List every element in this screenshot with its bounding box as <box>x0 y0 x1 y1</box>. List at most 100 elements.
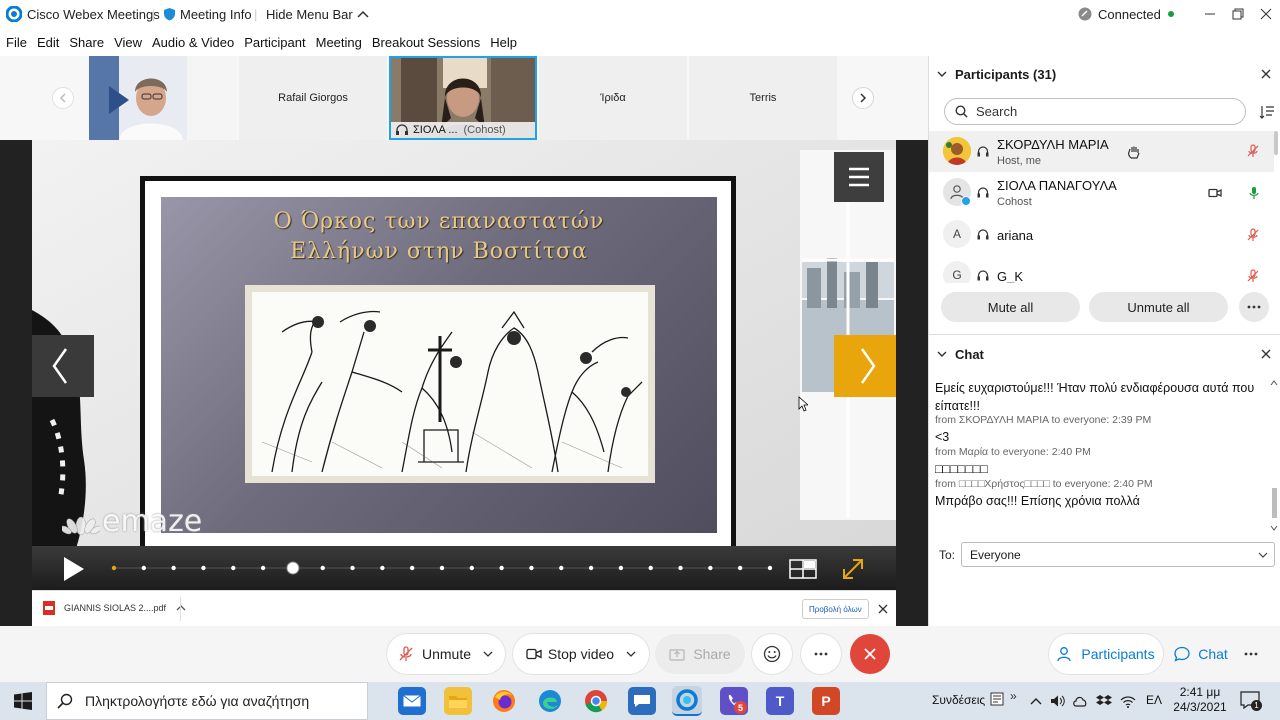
progress-step-dot[interactable] <box>737 565 743 571</box>
file-explorer-icon[interactable] <box>444 687 472 715</box>
participants-scrollbar[interactable] <box>1274 131 1278 155</box>
close-window-button[interactable] <box>1260 0 1272 28</box>
progress-step-dot[interactable] <box>171 565 176 571</box>
menu-audio-video[interactable]: Audio & Video <box>152 35 234 50</box>
mute-all-button[interactable]: Mute all <box>941 292 1080 322</box>
chat-recipient-select[interactable]: Everyone <box>961 542 1275 567</box>
chevron-up-icon[interactable] <box>1030 697 1042 705</box>
muted-mic-icon[interactable] <box>1247 144 1259 158</box>
meeting-info-button[interactable]: Meeting Info <box>163 0 252 28</box>
progress-step-dot[interactable] <box>588 565 594 571</box>
panel-more-button[interactable] <box>1236 634 1266 674</box>
close-icon[interactable] <box>878 604 888 614</box>
powerpoint-icon[interactable]: P <box>812 687 840 715</box>
progress-step-dot[interactable] <box>648 565 653 571</box>
video-tile-terris[interactable]: Terris <box>689 56 837 140</box>
microphone-active-icon[interactable] <box>1249 186 1259 200</box>
progress-step-dot[interactable] <box>111 565 117 571</box>
unmute-all-button[interactable]: Unmute all <box>1089 292 1228 322</box>
participants-toggle-button[interactable]: Participants <box>1049 634 1163 674</box>
messaging-app-icon[interactable] <box>628 687 656 715</box>
edge-icon[interactable] <box>536 687 564 715</box>
muted-mic-icon[interactable] <box>1247 228 1259 242</box>
wifi-icon[interactable] <box>1120 696 1136 708</box>
video-tile-irida[interactable]: Ίριδα <box>539 56 687 140</box>
raise-hand-icon[interactable] <box>1127 145 1141 159</box>
video-tile-rafail[interactable]: Rafail Giorgos <box>239 56 387 140</box>
progress-step-dot[interactable] <box>320 565 325 571</box>
mail-app-icon[interactable] <box>398 687 426 715</box>
slide-prev-button[interactable] <box>32 335 94 397</box>
chat-panel-header[interactable]: Chat <box>929 336 1280 372</box>
progress-current-step[interactable] <box>286 561 300 575</box>
notifications-button[interactable]: 1 <box>1240 691 1262 711</box>
participant-row[interactable]: A ariana <box>929 214 1274 255</box>
share-button[interactable]: Share <box>655 634 745 674</box>
progress-step-dot[interactable] <box>141 565 147 571</box>
progress-step-dot[interactable] <box>469 565 475 571</box>
chat-toggle-button[interactable]: Chat <box>1168 634 1234 674</box>
progress-step-dot[interactable] <box>231 565 236 571</box>
progress-step-dot[interactable] <box>409 565 415 571</box>
close-icon[interactable] <box>1261 69 1271 79</box>
menu-file[interactable]: File <box>6 35 27 50</box>
menu-edit[interactable]: Edit <box>37 35 59 50</box>
progress-step-dot[interactable] <box>678 565 683 571</box>
progress-step-dot[interactable] <box>767 565 773 571</box>
input-language-indicator[interactable]: ΕΛ <box>1146 693 1162 707</box>
video-tile-active-speaker[interactable]: ΣΙΟΛΑ ... (Cohost) <box>389 56 537 140</box>
dropbox-icon[interactable] <box>1096 694 1112 708</box>
taskbar-overflow-chevrons[interactable]: » <box>1010 689 1017 703</box>
teams-icon[interactable]: T <box>766 687 794 715</box>
minimize-button[interactable] <box>1204 0 1216 28</box>
menu-view[interactable]: View <box>114 35 142 50</box>
video-tile-self[interactable] <box>89 56 237 140</box>
participant-row[interactable]: ΣΚΟΡΔΥΛΗ ΜΑΡΙΑ Host, me <box>929 131 1274 172</box>
speaker-icon[interactable] <box>1050 694 1066 708</box>
participants-panel-header[interactable]: Participants (31) <box>929 56 1280 92</box>
more-options-button[interactable] <box>1239 292 1269 322</box>
progress-step-dot[interactable] <box>260 565 266 571</box>
chat-scrollbar[interactable] <box>1268 376 1280 534</box>
taskbar-search-box[interactable]: Πληκτρολογήστε εδώ για αναζήτηση <box>46 682 368 720</box>
progress-step-dot[interactable] <box>559 565 564 571</box>
menu-participant[interactable]: Participant <box>244 35 305 50</box>
menu-share[interactable]: Share <box>69 35 104 50</box>
firefox-icon[interactable] <box>490 687 518 715</box>
sort-list-icon[interactable] <box>1259 105 1275 119</box>
show-all-downloads-button[interactable]: Προβολή όλων <box>802 599 869 619</box>
slide-progress-track[interactable] <box>106 558 786 578</box>
menu-breakout-sessions[interactable]: Breakout Sessions <box>372 35 480 50</box>
windows-start-icon[interactable] <box>14 692 32 710</box>
hide-menu-bar-button[interactable]: Hide Menu Bar <box>266 0 369 28</box>
progress-step-dot[interactable] <box>439 565 445 571</box>
progress-step-dot[interactable] <box>380 565 385 571</box>
viber-icon[interactable]: 5 <box>720 687 748 715</box>
participant-search-input[interactable]: Search <box>944 98 1246 125</box>
close-icon[interactable] <box>1261 349 1271 359</box>
slide-next-button[interactable] <box>834 335 896 397</box>
progress-step-dot[interactable] <box>350 565 355 571</box>
progress-step-dot[interactable] <box>708 565 713 571</box>
chrome-icon[interactable] <box>582 687 610 715</box>
cloud-icon[interactable] <box>1072 695 1088 707</box>
reactions-button[interactable] <box>752 634 792 674</box>
progress-step-dot[interactable] <box>618 565 624 571</box>
stop-video-button[interactable]: Stop video <box>513 634 649 674</box>
progress-step-dot[interactable] <box>499 565 504 571</box>
shared-presentation[interactable]: Ο Όρκος των επαναστατών Ελλήνων στην Βοσ… <box>32 140 896 626</box>
menu-help[interactable]: Help <box>490 35 517 50</box>
filmstrip-prev-button[interactable] <box>52 87 74 109</box>
restore-button[interactable] <box>1232 0 1244 28</box>
menu-meeting[interactable]: Meeting <box>316 35 362 50</box>
muted-mic-icon[interactable] <box>1247 269 1259 283</box>
taskbar-clock[interactable]: 2:41 μμ 24/3/2021 <box>1172 685 1228 715</box>
progress-step-dot[interactable] <box>201 565 206 571</box>
presentation-menu-button[interactable] <box>834 152 884 202</box>
progress-step-dot[interactable] <box>529 565 534 571</box>
filmstrip-next-button[interactable] <box>852 87 874 109</box>
participant-row[interactable]: ΣΙΟΛΑ ΠΑΝΑΓΟΥΛΑ Cohost <box>929 172 1274 213</box>
participant-row[interactable]: G G_K <box>929 255 1274 283</box>
document-icon[interactable] <box>990 692 1004 706</box>
taskbar-connections-label[interactable]: Συνδέσεις <box>932 693 985 707</box>
